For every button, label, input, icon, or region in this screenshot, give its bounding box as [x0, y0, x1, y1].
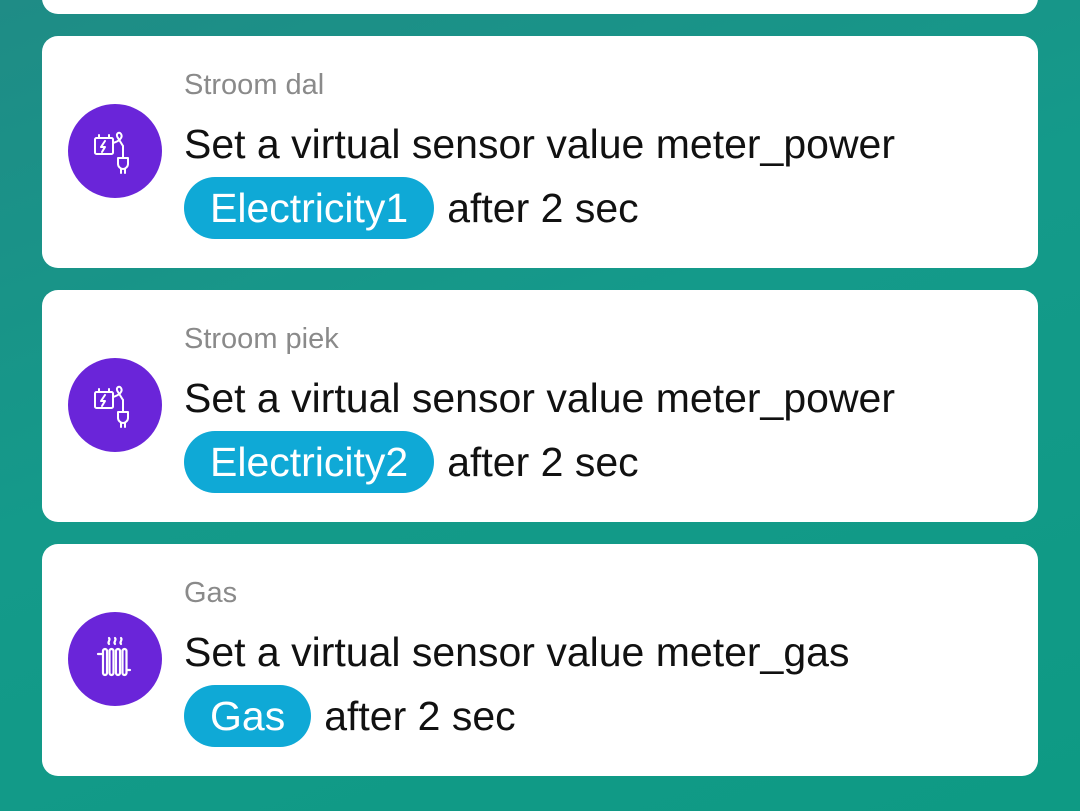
electricity-meter-icon: [68, 104, 162, 198]
action-title: Set a virtual sensor value meter_power: [184, 375, 896, 421]
action-args-row: Gas after 2 sec: [184, 685, 516, 747]
delay-text: after 2 sec: [447, 185, 639, 231]
action-title: Set a virtual sensor value meter_power: [184, 121, 896, 167]
flow-card-gas[interactable]: Gas Set a virtual sensor value meter_gas…: [42, 544, 1038, 776]
action-subtitle: Gas: [184, 577, 238, 609]
flow-card-stroom-piek[interactable]: Stroom piek Set a virtual sensor value m…: [42, 290, 1038, 522]
action-subtitle: Stroom dal: [184, 69, 325, 101]
action-args-row: Electricity2 after 2 sec: [184, 431, 639, 493]
flow-card-stroom-dal[interactable]: Stroom dal Set a virtual sensor value me…: [42, 36, 1038, 268]
electricity-meter-icon: [68, 358, 162, 452]
radiator-icon: [68, 612, 162, 706]
value-chip[interactable]: Electricity1: [184, 177, 435, 239]
flow-card-previous[interactable]: [42, 0, 1038, 14]
action-title: Set a virtual sensor value meter_gas: [184, 629, 850, 675]
value-chip[interactable]: Electricity2: [184, 431, 435, 493]
action-args-row: Electricity1 after 2 sec: [184, 177, 639, 239]
delay-text: after 2 sec: [324, 693, 516, 739]
delay-text: after 2 sec: [447, 439, 639, 485]
action-subtitle: Stroom piek: [184, 323, 339, 355]
value-chip[interactable]: Gas: [184, 685, 312, 747]
